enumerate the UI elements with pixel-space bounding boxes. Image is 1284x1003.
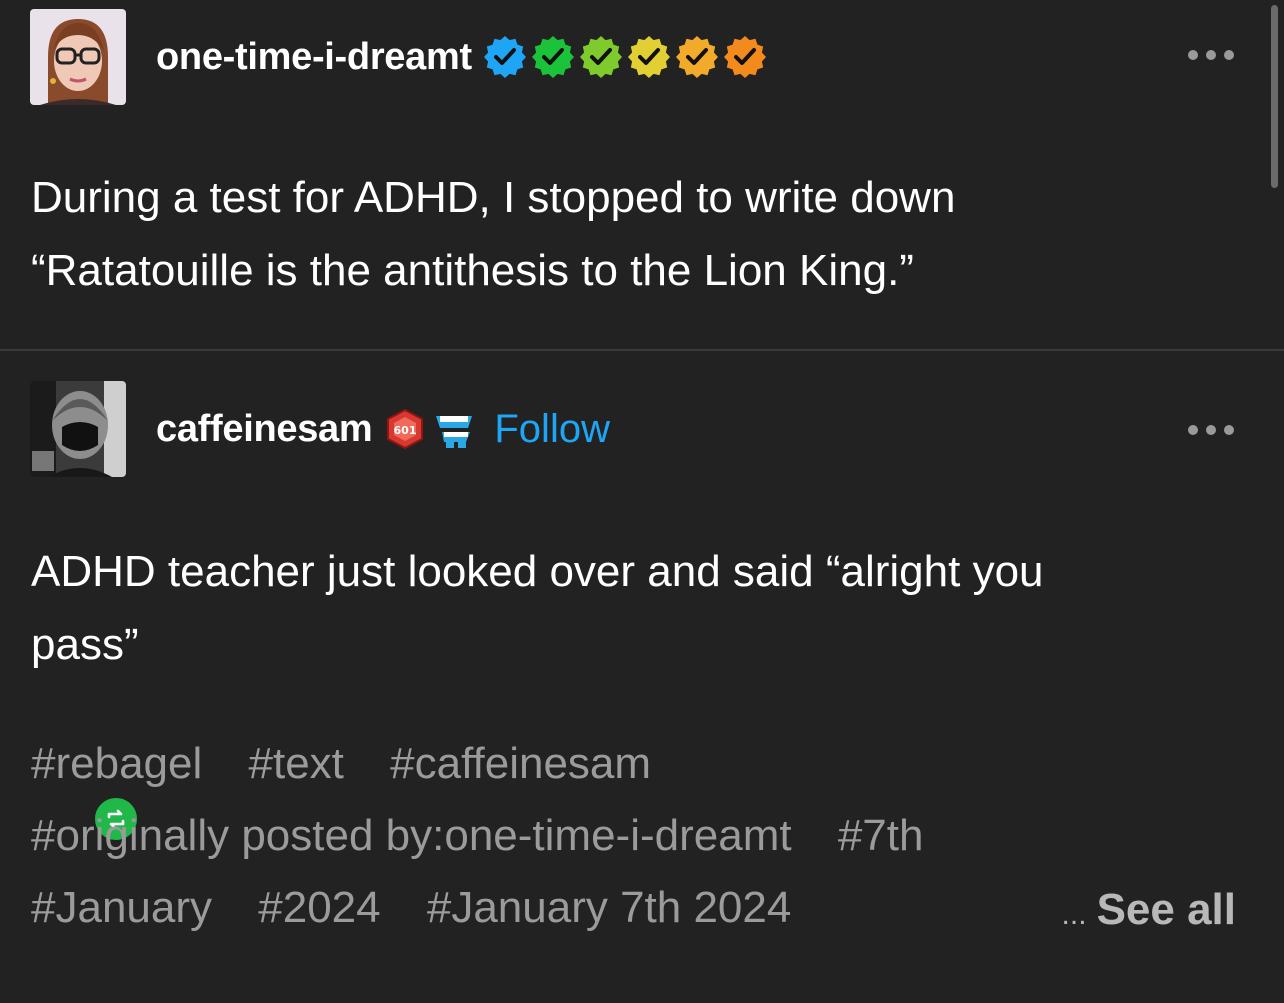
tag[interactable]: #text xyxy=(249,739,344,788)
verified-check-badge-icon xyxy=(579,36,622,78)
post-text-line: “Ratatouille is the antithesis to the Li… xyxy=(31,246,914,295)
see-all-label: See all xyxy=(1096,885,1236,934)
see-all-tags-button[interactable]: ... See all xyxy=(1062,885,1236,935)
reblog-text: ADHD teacher just looked over and said “… xyxy=(31,535,1231,681)
follow-button[interactable]: Follow xyxy=(494,407,610,452)
verified-check-badge-icon xyxy=(723,36,766,78)
verified-check-badge-icon xyxy=(531,36,574,78)
chattering-teeth-icon[interactable] xyxy=(432,408,478,450)
username[interactable]: one-time-i-dreamt xyxy=(156,36,472,79)
tag-list: #rebagel #text #caffeinesam #originally … xyxy=(31,728,1231,944)
post-text-line: pass” xyxy=(31,620,139,669)
more-options-icon[interactable] xyxy=(1188,425,1234,435)
verified-check-badge-icon xyxy=(675,36,718,78)
post-header: one-time-i-dreamt xyxy=(30,9,768,105)
tag[interactable]: #2024 xyxy=(258,883,380,932)
tag[interactable]: #January xyxy=(31,883,212,932)
tag[interactable]: #rebagel xyxy=(31,739,202,788)
tag[interactable]: #originally posted by:one-time-i-dreamt xyxy=(31,811,792,860)
community-badge-icon[interactable]: 601 xyxy=(384,408,426,450)
verified-check-badge-icon xyxy=(483,36,526,78)
reblog-header: caffeinesam 601 Follow xyxy=(30,381,610,477)
more-options-icon[interactable] xyxy=(1188,50,1234,60)
original-post: one-time-i-dreamt During a test for ADHD… xyxy=(0,0,1284,349)
username[interactable]: caffeinesam xyxy=(156,408,373,451)
tag[interactable]: #caffeinesam xyxy=(390,739,651,788)
divider xyxy=(0,349,1284,351)
avatar[interactable] xyxy=(30,381,126,477)
post-text: During a test for ADHD, I stopped to wri… xyxy=(31,161,1231,307)
post-text-line: During a test for ADHD, I stopped to wri… xyxy=(31,173,956,222)
post-text-line: ADHD teacher just looked over and said “… xyxy=(31,547,1044,596)
ellipsis: ... xyxy=(1061,898,1087,931)
tag[interactable]: #7th xyxy=(838,811,924,860)
badge-list xyxy=(482,34,768,80)
avatar[interactable] xyxy=(30,9,126,105)
badge-number: 601 xyxy=(394,424,417,437)
tag[interactable]: #January 7th 2024 xyxy=(427,883,792,932)
verified-check-badge-icon xyxy=(627,36,670,78)
